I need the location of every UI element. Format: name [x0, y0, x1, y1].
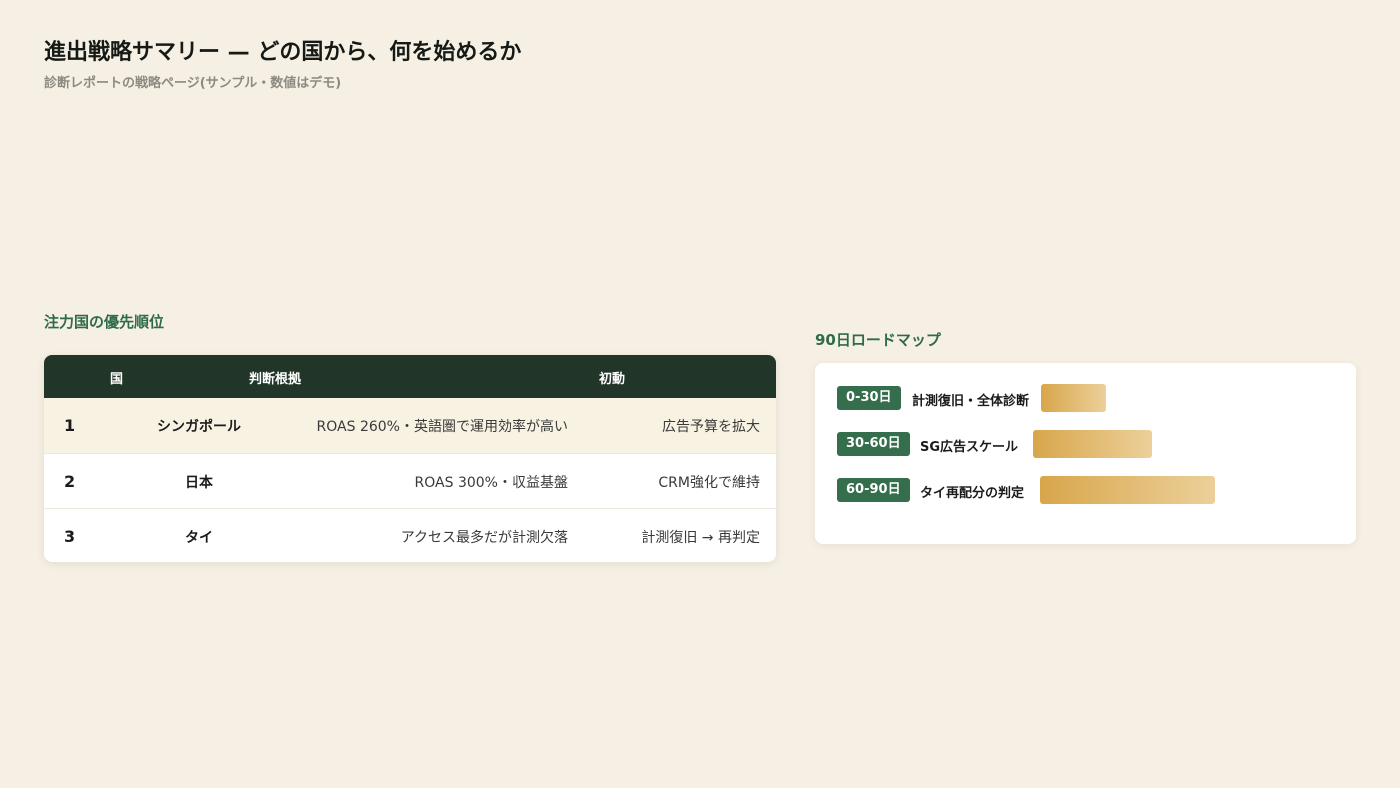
roadmap-section-title: 90日ロードマップ: [815, 331, 941, 349]
column-header-action: 初動: [599, 372, 626, 387]
row-action: 計測復旧 → 再判定: [641, 530, 760, 546]
roadmap-progress-bar: [1033, 430, 1152, 458]
row-rank: 1: [64, 416, 76, 435]
strategy-page: 進出戦略サマリー — どの国から、何を始めるか 診断レポートの戦略ページ(サンプ…: [0, 0, 1400, 788]
row-action: 広告予算を拡大: [662, 419, 760, 435]
row-rank: 2: [64, 472, 76, 491]
table-header: 国 判断根拠 初動: [44, 355, 776, 398]
priority-section-title: 注力国の優先順位: [44, 313, 165, 331]
row-action: CRM強化で維持: [658, 475, 760, 491]
table-row: 2 日本 ROAS 300%・収益基盤 CRM強化で維持: [44, 453, 776, 508]
page-subtitle: 診断レポートの戦略ページ(サンプル・数値はデモ): [44, 76, 342, 91]
row-country: シンガポール: [157, 419, 241, 435]
row-country: タイ: [185, 530, 213, 546]
roadmap-progress-bar: [1040, 476, 1215, 504]
row-country: 日本: [185, 475, 213, 491]
row-basis: ROAS 300%・収益基盤: [414, 475, 568, 491]
row-rank: 3: [64, 527, 76, 546]
row-basis: アクセス最多だが計測欠落: [400, 530, 568, 546]
table-row: 1 シンガポール ROAS 260%・英語圏で運用効率が高い 広告予算を拡大: [44, 398, 776, 453]
roadmap-item-label: 計測復旧・全体診断: [912, 394, 1030, 409]
roadmap-period-badge: 30-60日: [837, 432, 910, 456]
roadmap-progress-bar: [1041, 384, 1106, 412]
roadmap-period-badge: 0-30日: [837, 386, 901, 410]
column-header-country: 国: [110, 372, 124, 387]
roadmap-card: 0-30日 計測復旧・全体診断 30-60日 SG広告スケール 60-90日 タ…: [815, 363, 1356, 544]
roadmap-item-label: タイ再配分の判定: [920, 486, 1025, 501]
roadmap-period-badge: 60-90日: [837, 478, 910, 502]
priority-table: 国 判断根拠 初動 1 シンガポール ROAS 260%・英語圏で運用効率が高い…: [44, 355, 776, 562]
table-row: 3 タイ アクセス最多だが計測欠落 計測復旧 → 再判定: [44, 508, 776, 562]
page-title: 進出戦略サマリー — どの国から、何を始めるか: [44, 40, 522, 65]
row-basis: ROAS 260%・英語圏で運用効率が高い: [316, 419, 568, 435]
column-header-basis: 判断根拠: [249, 372, 302, 387]
roadmap-item-label: SG広告スケール: [920, 440, 1019, 455]
